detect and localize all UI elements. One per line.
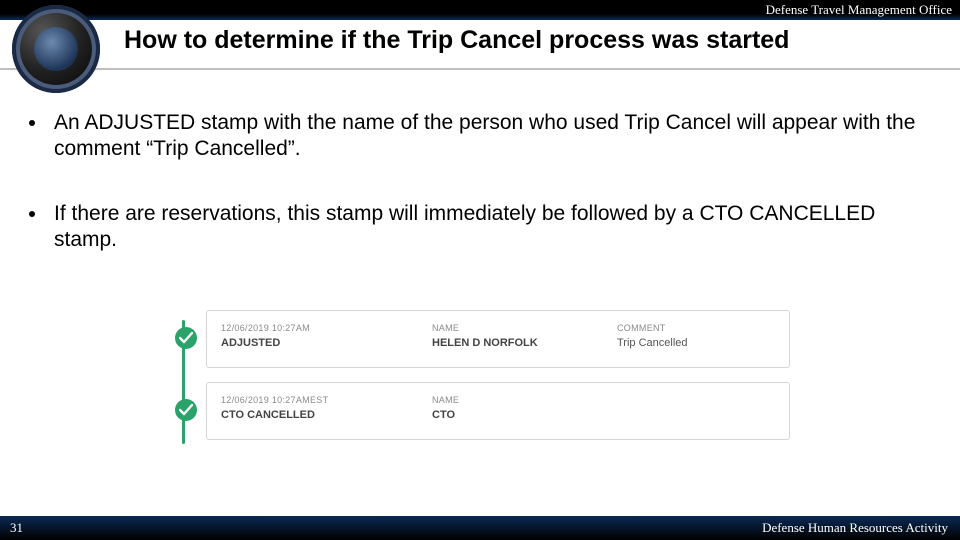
header-bar: Defense Travel Management Office	[0, 0, 960, 20]
dod-seal-icon	[12, 5, 100, 93]
slide-title: How to determine if the Trip Cancel proc…	[124, 26, 789, 55]
timestamp-label: 12/06/2019 10:27AMEST	[221, 395, 328, 405]
check-circle-icon	[175, 327, 197, 349]
stamp-timeline: 12/06/2019 10:27AM ADJUSTED NAME HELEN D…	[170, 310, 790, 454]
bullet-item: If there are reservations, this stamp wi…	[48, 201, 936, 254]
title-row: How to determine if the Trip Cancel proc…	[0, 20, 960, 70]
name-value: CTO	[432, 409, 455, 421]
check-circle-icon	[175, 399, 197, 421]
body-content: An ADJUSTED stamp with the name of the p…	[26, 110, 936, 291]
name-value: HELEN D NORFOLK	[432, 337, 538, 349]
status-value: ADJUSTED	[221, 337, 280, 349]
name-label: NAME	[432, 395, 459, 405]
comment-label: COMMENT	[617, 323, 666, 333]
timestamp-label: 12/06/2019 10:27AM	[221, 323, 310, 333]
status-value: CTO CANCELLED	[221, 409, 315, 421]
footer-bar: 31 Defense Human Resources Activity	[0, 516, 960, 540]
stamp-card: 12/06/2019 10:27AMEST CTO CANCELLED NAME…	[206, 382, 790, 440]
stamp-card: 12/06/2019 10:27AM ADJUSTED NAME HELEN D…	[206, 310, 790, 368]
header-org: Defense Travel Management Office	[766, 2, 952, 17]
footer-org: Defense Human Resources Activity	[762, 516, 948, 540]
page-number: 31	[10, 516, 23, 540]
name-label: NAME	[432, 323, 459, 333]
comment-value: Trip Cancelled	[617, 337, 688, 349]
bullet-item: An ADJUSTED stamp with the name of the p…	[48, 110, 936, 163]
